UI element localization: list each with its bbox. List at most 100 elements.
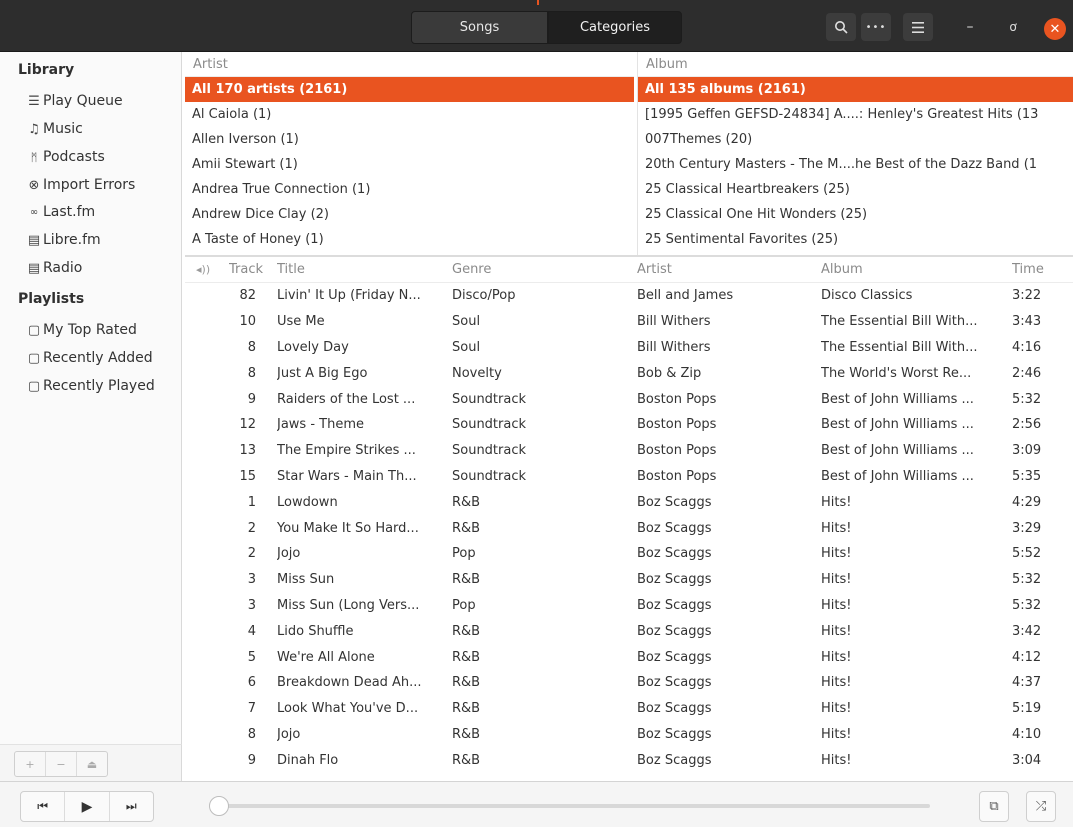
artist-row-all[interactable]: All 170 artists (2161) (185, 77, 634, 102)
remove-playlist-button[interactable]: − (46, 752, 77, 776)
column-header-artist[interactable]: Artist (637, 257, 812, 282)
track-number: 8 (247, 339, 256, 355)
next-button[interactable]: ⏭ (110, 792, 153, 821)
album-row-all[interactable]: All 135 albums (2161) (638, 77, 1073, 102)
sidebar-item-label: Play Queue (43, 93, 123, 109)
tab-categories[interactable]: Categories (548, 11, 682, 44)
track-artist: Boz Scaggs (637, 726, 712, 742)
column-header-album[interactable]: Album (821, 257, 1001, 282)
track-title: The Empire Strikes ... (277, 443, 416, 459)
previous-icon: ⏮ (37, 799, 49, 813)
track-genre: Pop (452, 597, 476, 613)
album-row[interactable]: 25 Sentimental Favorites (25) (638, 227, 1073, 252)
track-album: Hits! (821, 623, 852, 639)
minimize-icon: – (966, 19, 974, 35)
artist-row[interactable]: Allen Iverson (1) (185, 127, 634, 152)
table-row[interactable]: 9 Raiders of the Lost ... Soundtrack Boston… (185, 386, 1073, 412)
track-title: Dinah Flo (277, 752, 339, 768)
table-row[interactable]: 13 The Empire Strikes ... Soundtrack Boston… (185, 438, 1073, 464)
eject-button[interactable]: ⏏ (77, 752, 107, 776)
sidebar-item-recently-played[interactable]: ▢ Recently Played (26, 374, 155, 398)
table-row[interactable]: 10 Use Me Soul Bill Withers The Essential Bi… (185, 309, 1073, 335)
track-title: Livin' It Up (Friday N... (277, 288, 421, 304)
sidebar-item-librefm[interactable]: ▤ Libre.fm (26, 228, 101, 252)
sidebar-item-my-top-rated[interactable]: ▢ My Top Rated (26, 318, 137, 342)
sidebar-item-import-errors[interactable]: ⊗ Import Errors (26, 173, 136, 197)
track-genre: R&B (452, 675, 481, 691)
artist-row[interactable]: Al Caiola (1) (185, 102, 634, 127)
sidebar-item-music[interactable]: ♫ Music (26, 117, 83, 141)
plus-icon: + (25, 757, 35, 771)
sidebar-item-recently-added[interactable]: ▢ Recently Added (26, 346, 153, 370)
tab-songs[interactable]: Songs (411, 11, 548, 44)
table-row[interactable]: 8 Lovely Day Soul Bill Withers The Essential… (185, 335, 1073, 361)
table-row[interactable]: 1 Lowdown R&B Boz Scaggs Hits! 4:29 (185, 489, 1073, 515)
track-number: 8 (247, 726, 256, 742)
table-row[interactable]: 4 Lido Shuffle R&B Boz Scaggs Hits! 3:42 (185, 618, 1073, 644)
music-note-icon: ♫ (28, 121, 40, 137)
track-album: Hits! (821, 649, 852, 665)
track-time: 2:56 (1012, 417, 1042, 433)
menu-button[interactable] (903, 13, 933, 41)
track-title: Jojo (277, 726, 301, 742)
column-header-track[interactable]: Track (229, 257, 273, 282)
table-row[interactable]: 15 Star Wars - Main Th... Soundtrack Boston… (185, 464, 1073, 490)
column-header-time[interactable]: Time (1012, 257, 1067, 282)
artist-row[interactable]: Andrew Dice Clay (2) (185, 202, 634, 227)
column-header-genre[interactable]: Genre (452, 257, 627, 282)
artist-column-header[interactable]: Artist (185, 52, 634, 77)
add-playlist-button[interactable]: + (15, 752, 46, 776)
table-row[interactable]: 8 Jojo R&B Boz Scaggs Hits! 4:10 (185, 722, 1073, 748)
artist-row[interactable]: Amii Stewart (1) (185, 152, 634, 177)
shuffle-button[interactable]: ⤮ (1026, 791, 1056, 822)
track-title: Use Me (277, 314, 325, 330)
table-row[interactable]: 9 Dinah Flo R&B Boz Scaggs Hits! 3:04 (185, 747, 1073, 773)
album-row[interactable]: 20th Century Masters - The M....he Best … (638, 152, 1073, 177)
table-row[interactable]: 2 You Make It So Hard... R&B Boz Scaggs Hits… (185, 515, 1073, 541)
table-row[interactable]: 7 Look What You've D... R&B Boz Scaggs Hits!… (185, 696, 1073, 722)
sidebar-item-play-queue[interactable]: ☰ Play Queue (26, 89, 123, 113)
album-row[interactable]: 25 Classical One Hit Wonders (25) (638, 202, 1073, 227)
table-row[interactable]: 8 Just A Big Ego Novelty Bob & Zip The World… (185, 360, 1073, 386)
track-genre: Soul (452, 314, 481, 330)
track-number: 2 (247, 520, 256, 536)
repeat-button[interactable]: ⧉ (979, 791, 1009, 822)
table-row[interactable]: 12 Jaws - Theme Soundtrack Boston Pops Best … (185, 412, 1073, 438)
table-row[interactable]: 3 Miss Sun (Long Vers... Pop Boz Scaggs Hits… (185, 593, 1073, 619)
search-button[interactable] (826, 13, 856, 41)
artist-row[interactable]: Andrea True Connection (1) (185, 177, 634, 202)
album-row[interactable]: [1995 Geffen GEFSD-24834] A....: Henley'… (638, 102, 1073, 127)
track-genre: Soundtrack (452, 443, 527, 459)
minimize-button[interactable]: – (958, 13, 982, 41)
artist-row[interactable]: A Taste of Honey (1) (185, 227, 634, 252)
close-button[interactable]: ✕ (1044, 18, 1066, 40)
close-icon: ✕ (1049, 21, 1061, 37)
sidebar-item-radio[interactable]: ▤ Radio (26, 256, 83, 280)
track-album: Best of John Williams ... (821, 443, 974, 459)
table-row[interactable]: 5 We're All Alone R&B Boz Scaggs Hits! 4:12 (185, 644, 1073, 670)
table-row[interactable]: 3 Miss Sun R&B Boz Scaggs Hits! 5:32 (185, 567, 1073, 593)
seek-bar[interactable] (210, 804, 930, 808)
track-title: Just A Big Ego (277, 365, 368, 381)
now-playing-column-icon[interactable]: ◂)) (196, 257, 214, 282)
previous-button[interactable]: ⏮ (21, 792, 66, 821)
table-row[interactable]: 2 Jojo Pop Boz Scaggs Hits! 5:52 (185, 541, 1073, 567)
table-row[interactable]: 82 Livin' It Up (Friday N... Disco/Pop Bell… (185, 283, 1073, 309)
play-button[interactable]: ▶ (65, 792, 110, 821)
sidebar-item-lastfm[interactable]: ∞ Last.fm (26, 200, 95, 224)
track-artist: Boz Scaggs (637, 701, 712, 717)
seek-handle[interactable] (209, 796, 229, 816)
header-bar: Songs Categories ••• – ơ ✕ (0, 0, 1073, 52)
table-row[interactable]: 6 Breakdown Dead Ah... R&B Boz Scaggs Hits! 4… (185, 670, 1073, 696)
track-title: Miss Sun (Long Vers... (277, 597, 420, 613)
album-row[interactable]: 25 Classical Heartbreakers (25) (638, 177, 1073, 202)
track-genre: Soundtrack (452, 391, 527, 407)
more-button[interactable]: ••• (861, 13, 891, 41)
sidebar-item-podcasts[interactable]: ᛗ Podcasts (26, 145, 105, 169)
album-column-header[interactable]: Album (638, 52, 1073, 77)
restore-button[interactable]: ơ (1001, 13, 1025, 41)
column-header-title[interactable]: Title (277, 257, 442, 282)
track-genre: Soul (452, 339, 481, 355)
album-row[interactable]: 007Themes (20) (638, 127, 1073, 152)
track-title: Raiders of the Lost ... (277, 391, 416, 407)
